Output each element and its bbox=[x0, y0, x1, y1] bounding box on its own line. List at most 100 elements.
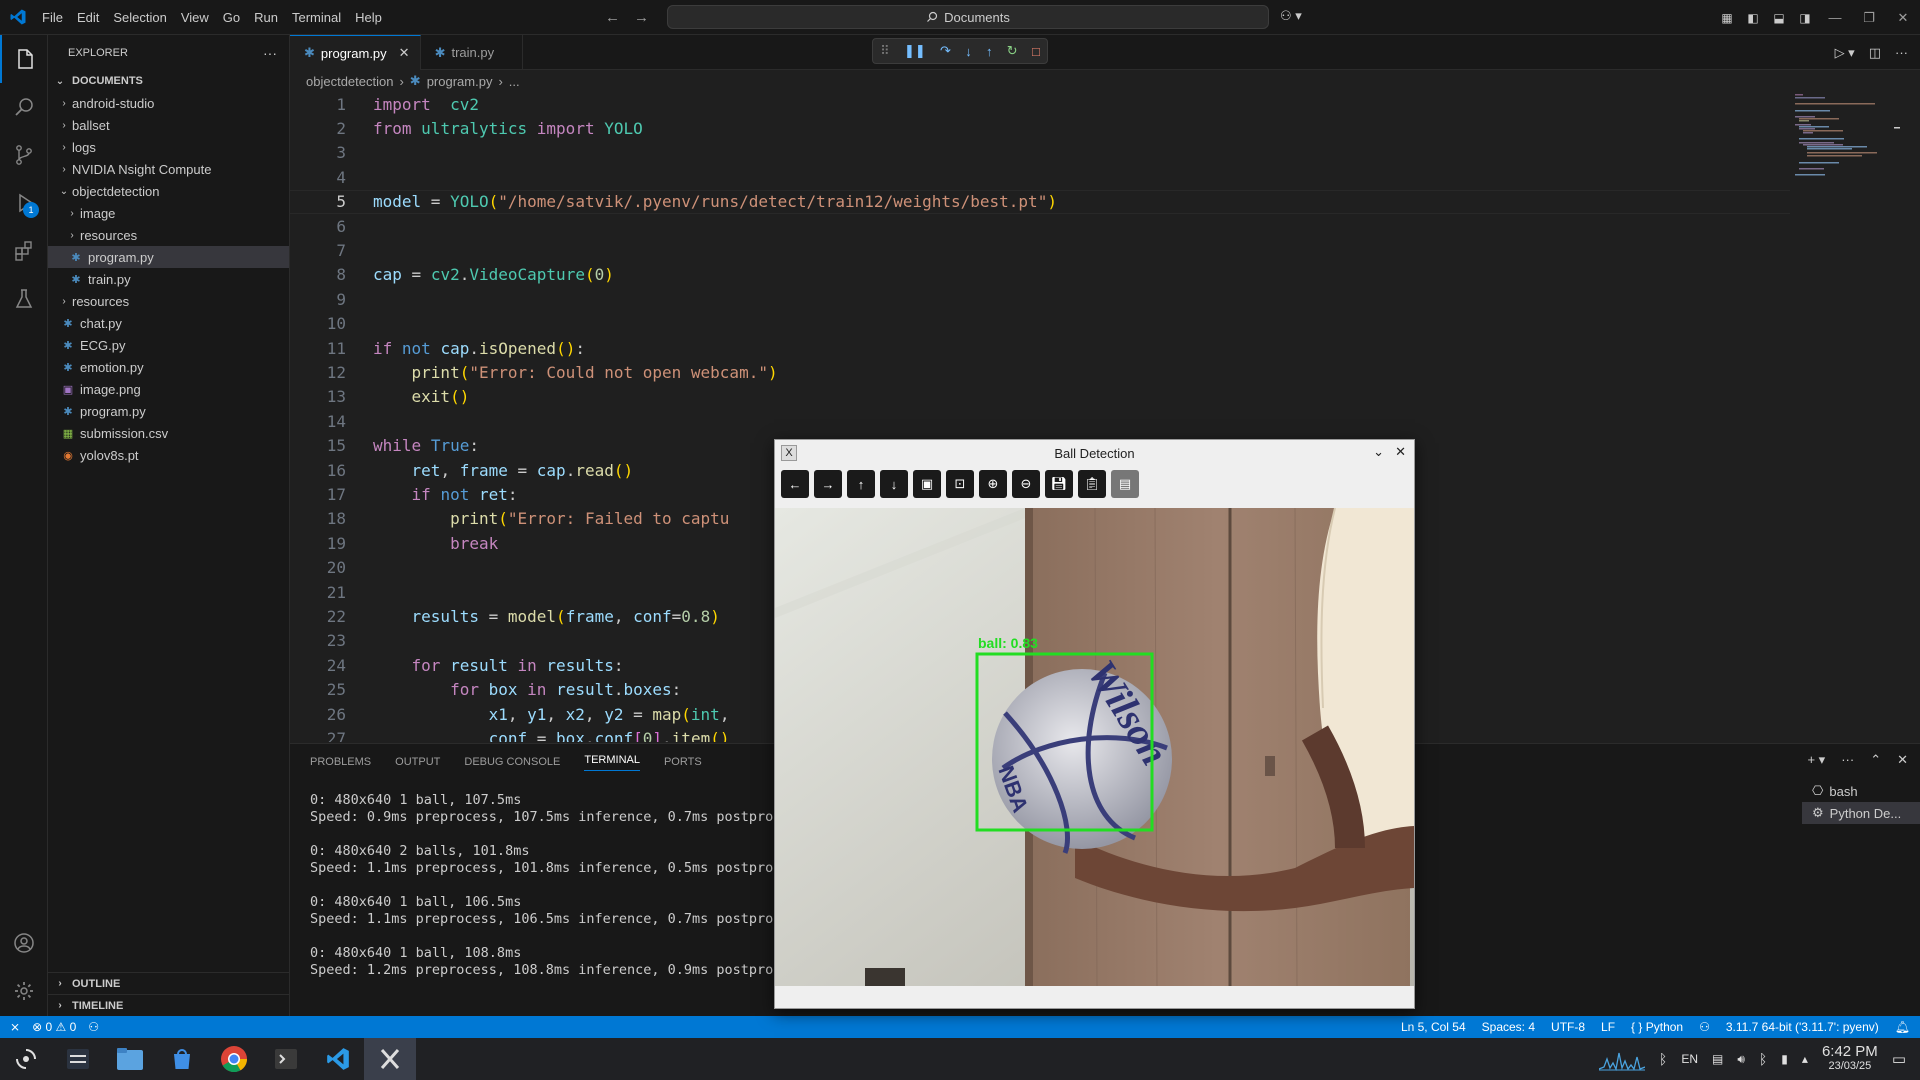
ball-detection-titlebar[interactable]: X Ball Detection ⌄ ✕ bbox=[775, 440, 1414, 466]
tree-folder[interactable]: › logs bbox=[48, 136, 289, 158]
minimap[interactable] bbox=[1790, 92, 1900, 742]
maximize-icon[interactable]: ❐ bbox=[1852, 0, 1886, 35]
bluetooth-tray-icon[interactable]: ᛒ bbox=[1659, 1051, 1667, 1067]
tree-file[interactable]: ◉ yolov8s.pt bbox=[48, 444, 289, 466]
zoom-out-icon[interactable]: ⊖ bbox=[1012, 470, 1040, 498]
close-icon[interactable]: ✕ bbox=[1395, 444, 1406, 460]
debug-status-icon[interactable]: ⚇ bbox=[88, 1020, 99, 1034]
software-store-icon[interactable] bbox=[156, 1038, 208, 1080]
properties-icon[interactable]: ▤ bbox=[1111, 470, 1139, 498]
command-center[interactable]: Documents bbox=[667, 5, 1269, 29]
step-over-icon[interactable]: ↷ bbox=[940, 43, 951, 59]
tree-file[interactable]: ▣ image.png bbox=[48, 378, 289, 400]
line-ending[interactable]: LF bbox=[1601, 1020, 1615, 1034]
tab-train-py[interactable]: ✱ train.py bbox=[421, 35, 524, 70]
zoom-in-icon[interactable]: ⊕ bbox=[979, 470, 1007, 498]
system-settings-icon[interactable] bbox=[52, 1038, 104, 1080]
tab-program-py[interactable]: ✱ program.py ✕ bbox=[290, 35, 421, 70]
toggle-secondary-sidebar-icon[interactable]: ◨ bbox=[1792, 0, 1818, 35]
tab-output[interactable]: OUTPUT bbox=[395, 756, 440, 768]
xwindow-app-icon[interactable] bbox=[364, 1038, 416, 1080]
maximize-panel-icon[interactable]: ⌃ bbox=[1870, 752, 1881, 768]
testing-icon[interactable] bbox=[0, 275, 48, 323]
toggle-sidebar-icon[interactable]: ◧ bbox=[1740, 0, 1766, 35]
tree-file[interactable]: ✱ emotion.py bbox=[48, 356, 289, 378]
restart-icon[interactable]: ↻ bbox=[1007, 43, 1018, 59]
indentation[interactable]: Spaces: 4 bbox=[1482, 1020, 1535, 1034]
timeline-section-header[interactable]: › TIMELINE bbox=[48, 994, 290, 1016]
toggle-panel-icon[interactable]: ⬓ bbox=[1766, 0, 1792, 35]
terminal-item-bash[interactable]: ⎔ bash bbox=[1802, 780, 1920, 802]
minimize-chevron-icon[interactable]: ⌄ bbox=[1373, 444, 1384, 460]
breadcrumb-symbol[interactable]: ... bbox=[509, 74, 520, 89]
tree-folder[interactable]: › android-studio bbox=[48, 92, 289, 114]
tree-folder[interactable]: › image bbox=[48, 202, 289, 224]
pan-down-icon[interactable]: ↓ bbox=[880, 470, 908, 498]
close-tab-icon[interactable]: ✕ bbox=[399, 45, 410, 61]
close-window-icon[interactable]: ✕ bbox=[1886, 0, 1920, 35]
tree-file[interactable]: ✱ program.py bbox=[48, 246, 289, 268]
menu-selection[interactable]: Selection bbox=[106, 0, 173, 35]
terminal-item-python-debug[interactable]: ⚙ Python De... bbox=[1802, 802, 1920, 824]
tree-folder[interactable]: › NVIDIA Nsight Compute bbox=[48, 158, 289, 180]
notifications-bell-icon[interactable]: 🔔︎ bbox=[1895, 1020, 1910, 1034]
menu-go[interactable]: Go bbox=[216, 0, 247, 35]
tree-folder[interactable]: › ballset bbox=[48, 114, 289, 136]
drag-handle-icon[interactable]: ⠿ bbox=[880, 43, 890, 59]
search-icon[interactable] bbox=[0, 83, 48, 131]
extensions-icon[interactable] bbox=[0, 227, 48, 275]
more-actions-icon[interactable]: ··· bbox=[263, 45, 277, 61]
step-out-icon[interactable]: ↑ bbox=[986, 44, 993, 59]
app-launcher-icon[interactable] bbox=[0, 1038, 52, 1080]
terminal-output[interactable]: 0: 480x640 1 ball, 107.5ms Speed: 0.9ms p… bbox=[310, 792, 781, 979]
pan-left-icon[interactable]: ← bbox=[781, 470, 809, 498]
zoom-fit-icon[interactable]: ▣ bbox=[913, 470, 941, 498]
tab-terminal[interactable]: TERMINAL bbox=[584, 754, 640, 771]
encoding[interactable]: UTF-8 bbox=[1551, 1020, 1585, 1034]
save-image-icon[interactable]: 💾︎ bbox=[1045, 470, 1073, 498]
tree-folder[interactable]: › resources bbox=[48, 290, 289, 312]
outline-section-header[interactable]: › OUTLINE bbox=[48, 972, 290, 994]
tab-ports[interactable]: PORTS bbox=[664, 756, 702, 768]
explorer-icon[interactable] bbox=[0, 35, 48, 83]
language-mode[interactable]: { } Python bbox=[1631, 1020, 1683, 1034]
menu-edit[interactable]: Edit bbox=[70, 0, 106, 35]
cursor-position[interactable]: Ln 5, Col 54 bbox=[1401, 1020, 1466, 1034]
accounts-icon[interactable] bbox=[0, 919, 48, 967]
tree-file[interactable]: ✱ chat.py bbox=[48, 312, 289, 334]
back-arrow-icon[interactable]: ← bbox=[605, 9, 620, 26]
copilot-icon[interactable]: ⚇ ▾ bbox=[1280, 8, 1302, 24]
pan-up-icon[interactable]: ↑ bbox=[847, 470, 875, 498]
customize-layout-icon[interactable]: ▦ bbox=[1714, 0, 1740, 35]
new-terminal-icon[interactable]: + ▾ bbox=[1807, 752, 1825, 768]
tree-file[interactable]: ✱ ECG.py bbox=[48, 334, 289, 356]
chrome-icon[interactable] bbox=[208, 1038, 260, 1080]
forward-arrow-icon[interactable]: → bbox=[634, 9, 649, 26]
breadcrumb-file[interactable]: program.py bbox=[427, 74, 493, 89]
run-file-icon[interactable]: ▷ ▾ bbox=[1835, 45, 1855, 61]
file-manager-icon[interactable] bbox=[104, 1038, 156, 1080]
documents-section-header[interactable]: ⌄ DOCUMENTS bbox=[48, 70, 289, 92]
problems-status[interactable]: ⊗ 0 ⚠ 0 bbox=[32, 1020, 76, 1034]
system-monitor-icon[interactable] bbox=[1598, 1047, 1645, 1071]
keyboard-layout[interactable]: EN bbox=[1681, 1052, 1698, 1066]
editor-more-icon[interactable]: ··· bbox=[1895, 45, 1908, 60]
bluetooth-icon[interactable]: ᛒ bbox=[1759, 1051, 1767, 1067]
clock[interactable]: 6:42 PM 23/03/25 bbox=[1822, 1044, 1878, 1074]
vscode-app-icon[interactable] bbox=[312, 1038, 364, 1080]
menu-help[interactable]: Help bbox=[348, 0, 389, 35]
breadcrumb-folder[interactable]: objectdetection bbox=[306, 74, 393, 89]
settings-gear-icon[interactable] bbox=[0, 967, 48, 1015]
terminal-app-icon[interactable] bbox=[260, 1038, 312, 1080]
pan-right-icon[interactable]: → bbox=[814, 470, 842, 498]
battery-icon[interactable]: ▮ bbox=[1781, 1052, 1788, 1066]
close-panel-icon[interactable]: ✕ bbox=[1897, 752, 1908, 768]
menu-run[interactable]: Run bbox=[247, 0, 285, 35]
stop-icon[interactable]: □ bbox=[1032, 44, 1040, 59]
split-editor-icon[interactable]: ◫ bbox=[1869, 45, 1881, 61]
tab-problems[interactable]: PROBLEMS bbox=[310, 756, 371, 768]
copy-clipboard-icon[interactable]: 📋︎ bbox=[1078, 470, 1106, 498]
tray-expand-icon[interactable]: ▴ bbox=[1802, 1052, 1808, 1066]
pause-icon[interactable]: ❚❚ bbox=[904, 43, 926, 59]
clipboard-icon[interactable]: ▤ bbox=[1712, 1052, 1723, 1066]
